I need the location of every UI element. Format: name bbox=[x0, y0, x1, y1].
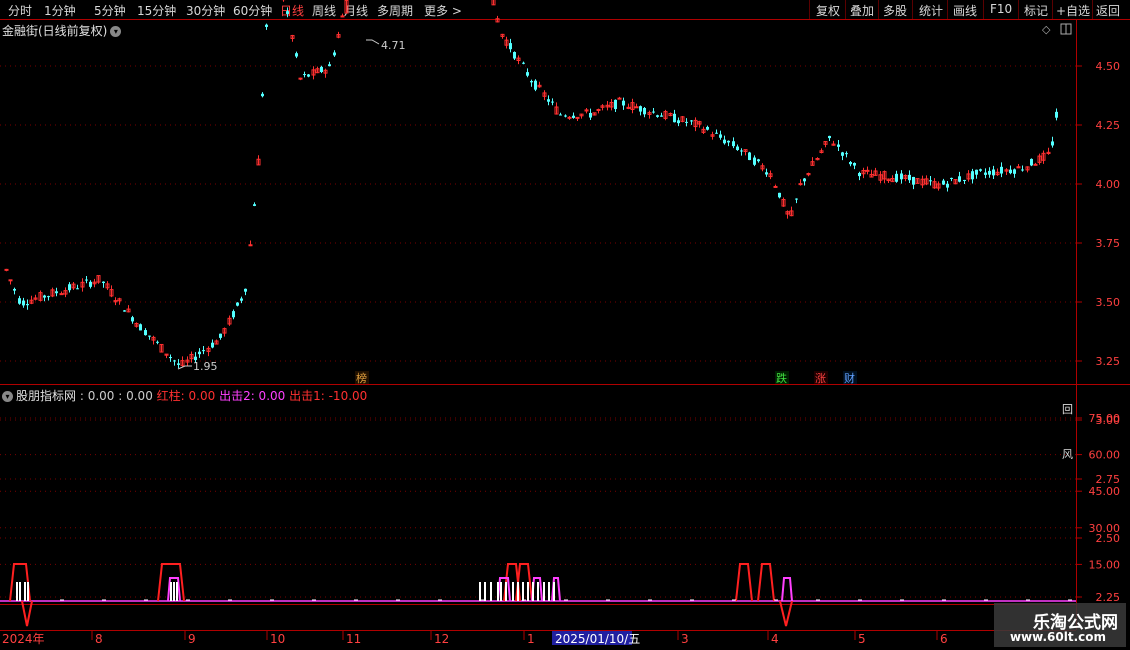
price-tick-label: 3.25 bbox=[1096, 355, 1121, 368]
price-tick-label: 4.50 bbox=[1096, 60, 1121, 73]
chart-title: 金融街(日线前复权) ▾ bbox=[2, 22, 122, 39]
indicator-tick-label: 30.00 bbox=[1089, 522, 1121, 535]
indicator-value-strike1: 出击1: -10.00 bbox=[289, 389, 368, 403]
period-tab-30min[interactable]: 30分钟 bbox=[186, 2, 225, 19]
kline-chart: 4.504.254.003.753.503.253.002.752.502.25… bbox=[0, 0, 1130, 646]
timeline-label: 1 bbox=[527, 632, 535, 646]
timeline-label: 5 bbox=[858, 632, 866, 646]
timeline-label: 6 bbox=[940, 632, 948, 646]
watermark-url: www.60lt.com bbox=[1009, 630, 1106, 644]
indicator-value-strike2: 出击2: 0.00 bbox=[219, 389, 286, 403]
period-tab-multi[interactable]: 多周期 bbox=[377, 2, 413, 19]
price-tick-label: 2.75 bbox=[1096, 473, 1121, 486]
indicator-side-label-2: 风 bbox=[1062, 448, 1073, 461]
indicator-value-2: : 0.00 bbox=[118, 389, 153, 403]
timeline-label: 11 bbox=[346, 632, 361, 646]
statistics-button[interactable]: 统计 bbox=[919, 2, 943, 19]
period-tab-daily[interactable]: 日线 bbox=[280, 2, 304, 19]
mark-button[interactable]: 标记 bbox=[1024, 2, 1048, 19]
indicator-value-red-bar: 红柱: 0.00 bbox=[156, 389, 216, 403]
overlay-button[interactable]: 叠加 bbox=[850, 2, 874, 19]
back-button[interactable]: 返回 bbox=[1096, 2, 1120, 19]
price-tick-label: 3.50 bbox=[1096, 296, 1121, 309]
timeline-label: 2024年 bbox=[2, 632, 45, 646]
indicator-tick-label: 15.00 bbox=[1089, 558, 1121, 571]
svg-text:◇: ◇ bbox=[1042, 23, 1051, 36]
timeline-label: 9 bbox=[188, 632, 196, 646]
event-marker-cai: 财 bbox=[844, 371, 855, 385]
f10-button[interactable]: F10 bbox=[990, 2, 1012, 16]
stock-title: 金融街(日线前复权) bbox=[2, 24, 108, 38]
indicator-value-1: : 0.00 bbox=[79, 389, 115, 403]
period-tab-weekly[interactable]: 周线 bbox=[312, 2, 336, 19]
period-tab-5min[interactable]: 5分钟 bbox=[94, 2, 126, 19]
indicator-tick-label: 45.00 bbox=[1089, 485, 1121, 498]
timeline-label: 3 bbox=[681, 632, 689, 646]
timeline-label: 4 bbox=[771, 632, 779, 646]
event-marker-die: 跌 bbox=[776, 371, 787, 385]
timeline-label: 12 bbox=[434, 632, 449, 646]
low-price-label: 1.95 bbox=[193, 360, 218, 373]
add-favorite-button[interactable]: +自选 bbox=[1056, 2, 1090, 19]
period-toolbar: 分时 1分钟 5分钟 15分钟 30分钟 60分钟 日线 周线 月线 多周期 更… bbox=[0, 0, 1130, 20]
price-tick-label: 4.00 bbox=[1096, 178, 1121, 191]
indicator-tick-label: 75.00 bbox=[1089, 412, 1121, 425]
timeline-label: 8 bbox=[95, 632, 103, 646]
indicator-header: ▾ 股朋指标网 : 0.00 : 0.00 红柱: 0.00 出击2: 0.00 … bbox=[2, 387, 367, 404]
high-price-label: 4.71 bbox=[381, 39, 406, 52]
period-tab-15min[interactable]: 15分钟 bbox=[137, 2, 176, 19]
price-tick-label: 3.00 bbox=[1096, 414, 1121, 427]
event-marker-bang: 榜 bbox=[356, 371, 367, 385]
price-tick-label: 3.75 bbox=[1096, 237, 1121, 250]
price-tick-label: 2.50 bbox=[1096, 532, 1121, 545]
period-tab-1min[interactable]: 1分钟 bbox=[44, 2, 76, 19]
indicator-name: 股朋指标网 bbox=[16, 389, 77, 403]
indicator-tick-label: 60.00 bbox=[1089, 449, 1121, 462]
period-tab-monthly[interactable]: 月线 bbox=[344, 2, 368, 19]
timeline-cursor-date: 2025/01/10/五 bbox=[555, 632, 640, 646]
draw-line-button[interactable]: 画线 bbox=[953, 2, 977, 19]
event-marker-zhang: 涨 bbox=[815, 372, 826, 385]
multi-stock-button[interactable]: 多股 bbox=[883, 2, 907, 19]
period-tab-60min[interactable]: 60分钟 bbox=[233, 2, 272, 19]
more-periods-button[interactable]: 更多 > bbox=[424, 2, 462, 19]
price-tick-label: 4.25 bbox=[1096, 119, 1121, 132]
indicator-side-label-1: 回 bbox=[1062, 403, 1073, 416]
period-tab-intraday[interactable]: 分时 bbox=[8, 2, 32, 19]
dropdown-icon[interactable]: ▾ bbox=[110, 26, 122, 37]
indicator-menu-icon[interactable]: ▾ bbox=[2, 391, 13, 402]
adjust-button[interactable]: 复权 bbox=[816, 2, 840, 19]
timeline-label: 10 bbox=[270, 632, 285, 646]
